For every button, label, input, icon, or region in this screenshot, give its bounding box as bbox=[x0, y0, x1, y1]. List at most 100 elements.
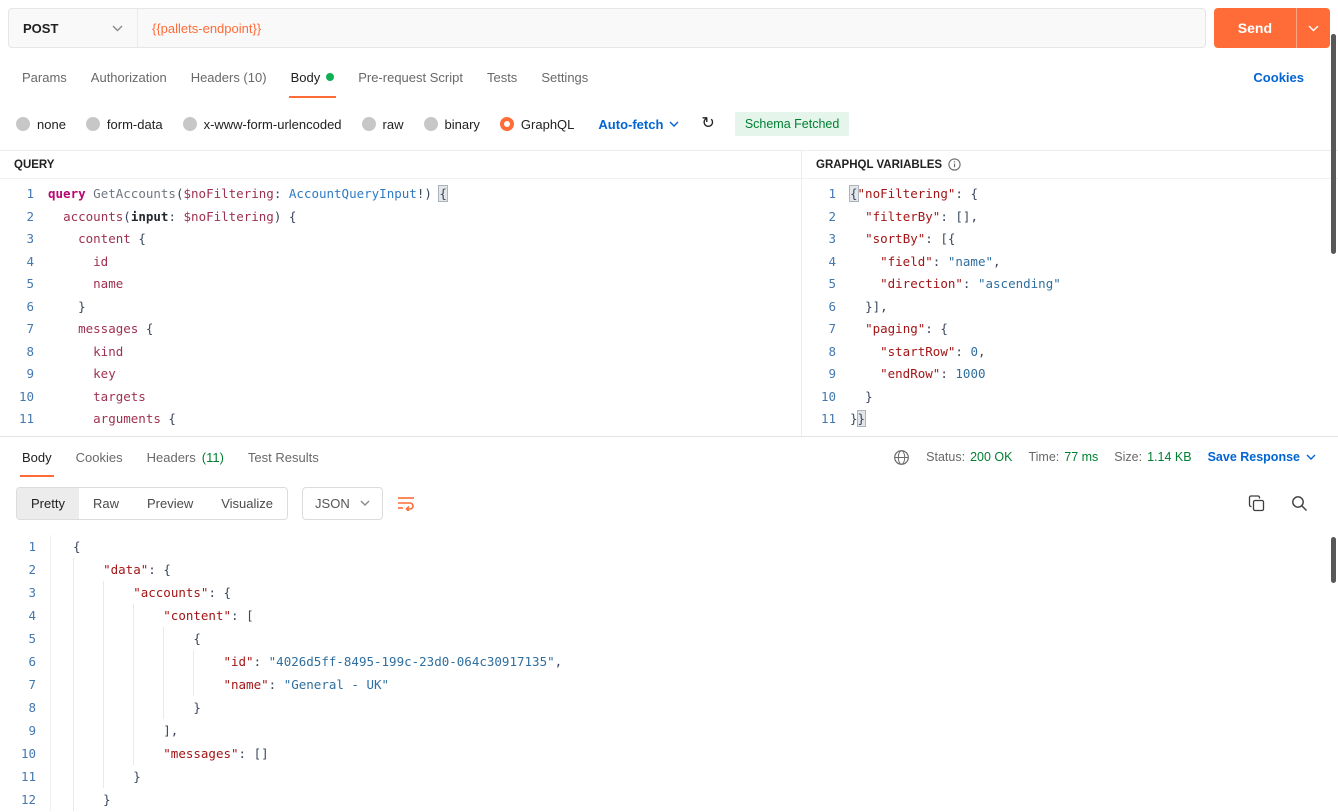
response-tab-body[interactable]: Body bbox=[10, 437, 64, 477]
line-number: 2 bbox=[828, 208, 836, 224]
tab-authorization[interactable]: Authorization bbox=[79, 56, 179, 98]
status-value: 200 OK bbox=[970, 450, 1013, 464]
save-response-button[interactable]: Save Response bbox=[1208, 450, 1316, 464]
view-pretty[interactable]: Pretty bbox=[17, 487, 79, 519]
radio-dot bbox=[423, 117, 438, 131]
request-tabs: Params Authorization Headers (10) Body P… bbox=[0, 56, 1338, 98]
query-panel-header: QUERY bbox=[0, 151, 801, 179]
code-line: 4 "field": "name", bbox=[802, 251, 1338, 274]
line-number: 4 bbox=[828, 253, 836, 269]
copy-icon[interactable] bbox=[1248, 494, 1265, 512]
line-number: 10 bbox=[18, 388, 34, 404]
vertical-scrollbar[interactable] bbox=[1331, 34, 1336, 254]
radio-graphql[interactable]: GraphQL bbox=[499, 117, 574, 132]
variables-panel-title: GRAPHQL VARIABLES bbox=[816, 158, 943, 171]
line-number: 6 bbox=[26, 298, 34, 314]
line-number: 3 bbox=[28, 585, 36, 600]
code-line: 3 content { bbox=[0, 228, 801, 251]
send-button[interactable]: Send bbox=[1213, 8, 1330, 48]
tab-tests[interactable]: Tests bbox=[475, 56, 529, 98]
url-value: {{pallets-endpoint}} bbox=[152, 20, 262, 36]
code-line: 3 "accounts": { bbox=[0, 581, 1338, 604]
code-line: 8 "startRow": 0, bbox=[802, 341, 1338, 364]
code-line: 8 kind bbox=[0, 341, 801, 364]
code-line: 2 "filterBy": [], bbox=[802, 206, 1338, 229]
query-panel: QUERY 1 query GetAccounts($noFiltering: A… bbox=[0, 34, 1336, 436]
code-line: 7 "paging": { bbox=[802, 318, 1338, 341]
line-number: 10 bbox=[820, 388, 836, 404]
wrap-line-icon[interactable] bbox=[397, 495, 415, 511]
code-line: 11 } bbox=[0, 765, 1338, 788]
code-line: 4 id bbox=[0, 251, 801, 274]
radio-dot bbox=[499, 117, 514, 131]
radio-binary[interactable]: binary bbox=[423, 117, 480, 132]
line-number: 1 bbox=[26, 186, 34, 201]
tab-body[interactable]: Body bbox=[279, 56, 347, 98]
response-meta: Status: 200 OK Time: 77 ms Size: 1.14 KB… bbox=[893, 449, 1328, 466]
code-line: 10 "messages": [] bbox=[0, 742, 1338, 765]
view-visualize[interactable]: Visualize bbox=[207, 487, 288, 519]
line-number: 2 bbox=[28, 562, 36, 577]
tab-pre-request-script[interactable]: Pre-request Script bbox=[346, 56, 475, 98]
line-number: 7 bbox=[28, 677, 36, 692]
url-input[interactable]: {{pallets-endpoint}} bbox=[137, 9, 1205, 47]
variables-editor[interactable]: 1 {"noFiltering": {2 "filterBy": [], 3 "so… bbox=[802, 179, 1338, 436]
query-editor[interactable]: 1 query GetAccounts($noFiltering: Account… bbox=[0, 179, 801, 436]
headers-count: (11) bbox=[201, 449, 224, 465]
chevron-down-icon bbox=[1308, 25, 1319, 31]
size-value: 1.14 KB bbox=[1147, 450, 1192, 464]
code-line: 3 "sortBy": [{ bbox=[802, 228, 1338, 251]
line-number: 11 bbox=[18, 411, 34, 426]
response-toolbar-right bbox=[1248, 494, 1322, 512]
code-line: 12 } bbox=[0, 788, 1338, 811]
auto-fetch-dropdown[interactable]: Auto-fetch bbox=[598, 117, 679, 132]
network-icon[interactable] bbox=[893, 449, 910, 466]
line-number: 7 bbox=[26, 321, 34, 336]
tab-settings[interactable]: Settings bbox=[529, 56, 600, 98]
line-number: 4 bbox=[26, 253, 34, 269]
code-line: 6 }], bbox=[802, 296, 1338, 319]
code-line: 9 ], bbox=[0, 719, 1338, 742]
radio-dot bbox=[85, 117, 100, 131]
view-raw[interactable]: Raw bbox=[78, 487, 133, 519]
radio-form-data[interactable]: form-data bbox=[85, 117, 163, 132]
time-indicator: Time: 77 ms bbox=[1028, 450, 1099, 464]
line-number: 10 bbox=[20, 746, 36, 761]
radio-dot bbox=[361, 117, 376, 131]
radio-none[interactable]: none bbox=[16, 117, 66, 132]
refresh-schema-icon[interactable]: ↻ bbox=[701, 116, 714, 132]
search-icon[interactable] bbox=[1291, 495, 1308, 512]
time-value: 77 ms bbox=[1064, 450, 1099, 464]
radio-raw[interactable]: raw bbox=[361, 117, 404, 132]
response-tabs: Body Cookies Headers (11) Test Results S… bbox=[0, 437, 1338, 477]
chevron-down-icon bbox=[1306, 454, 1316, 460]
response-tab-cookies[interactable]: Cookies bbox=[64, 437, 135, 477]
response-body-wrap: 1{2 "data": {3 "accounts": {4 "content":… bbox=[0, 529, 1338, 812]
code-line: 1 query GetAccounts($noFiltering: Account… bbox=[0, 183, 801, 206]
cookies-link[interactable]: Cookies bbox=[1253, 70, 1328, 85]
line-number: 11 bbox=[820, 411, 836, 426]
format-select[interactable]: JSON bbox=[302, 486, 383, 520]
send-options-button[interactable] bbox=[1296, 8, 1330, 48]
line-number: 6 bbox=[28, 654, 36, 669]
url-box: POST {{pallets-endpoint}} bbox=[8, 8, 1206, 48]
view-preview[interactable]: Preview bbox=[132, 487, 208, 519]
method-selector[interactable]: POST bbox=[9, 9, 137, 47]
response-tab-test-results[interactable]: Test Results bbox=[236, 437, 331, 477]
code-line: 10 targets bbox=[0, 386, 801, 409]
response-tab-headers[interactable]: Headers (11) bbox=[135, 437, 236, 477]
body-modified-dot bbox=[326, 73, 335, 81]
line-number: 3 bbox=[26, 231, 34, 246]
vertical-scrollbar[interactable] bbox=[1331, 537, 1336, 583]
line-number: 5 bbox=[28, 631, 36, 646]
send-label[interactable]: Send bbox=[1214, 8, 1296, 48]
response-body-editor[interactable]: 1{2 "data": {3 "accounts": {4 "content":… bbox=[0, 529, 1338, 812]
code-line: 11 arguments { bbox=[0, 408, 801, 431]
tab-params[interactable]: Params bbox=[10, 56, 79, 98]
variables-panel-header: GRAPHQL VARIABLES bbox=[802, 151, 1338, 179]
info-icon[interactable] bbox=[948, 158, 961, 171]
variables-panel: GRAPHQL VARIABLES 1 {"noFiltering": {2 "f… bbox=[802, 34, 1338, 436]
line-number: 1 bbox=[828, 186, 836, 201]
tab-headers[interactable]: Headers (10) bbox=[179, 56, 279, 98]
radio-x-www-form-urlencoded[interactable]: x-www-form-urlencoded bbox=[182, 117, 342, 132]
